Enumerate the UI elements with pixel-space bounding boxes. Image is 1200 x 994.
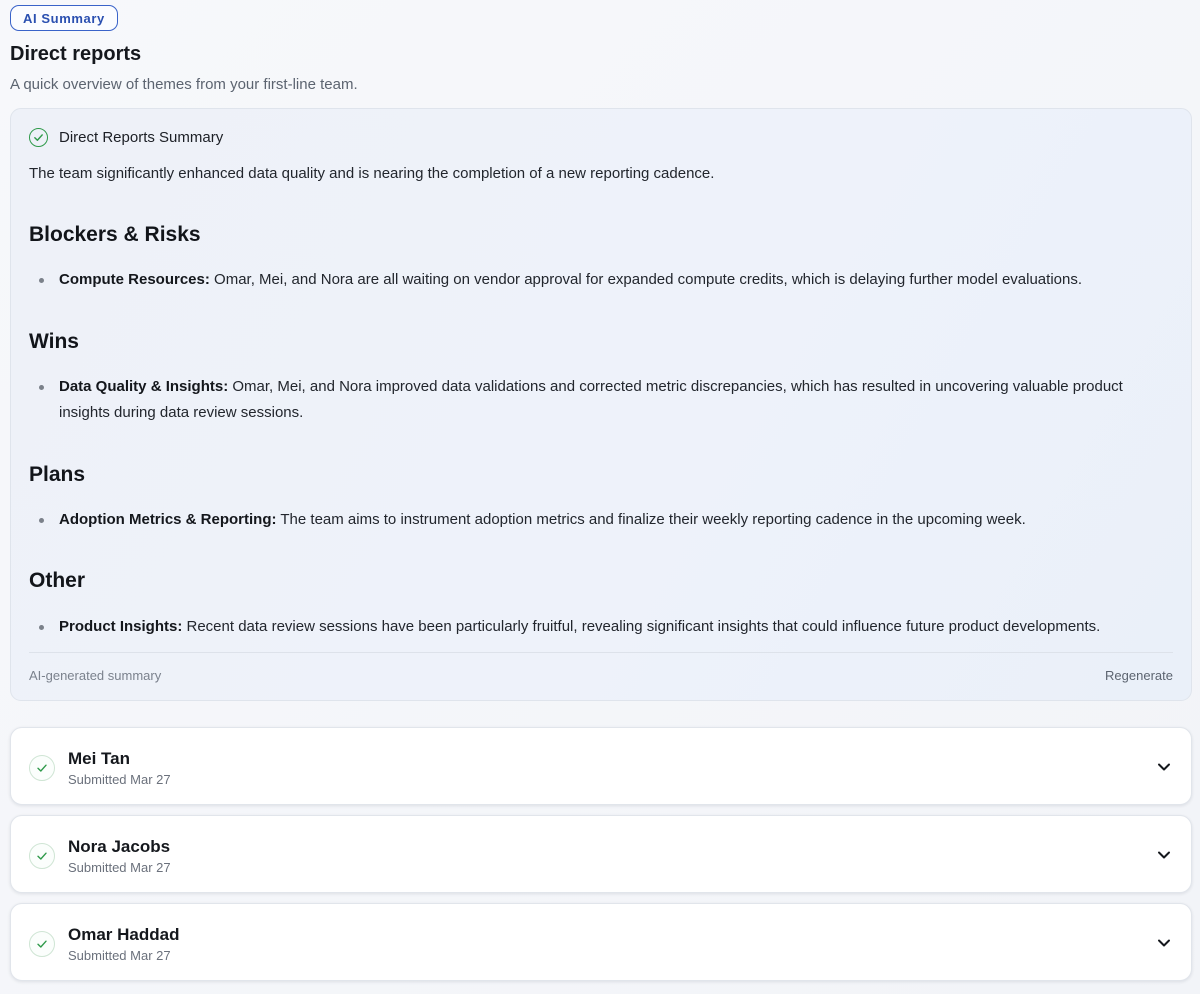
check-icon (29, 755, 55, 781)
bullet-label: Compute Resources: (59, 271, 210, 288)
report-card-nora-jacobs[interactable]: Nora Jacobs Submitted Mar 27 (10, 815, 1192, 893)
bullet-label: Product Insights: (59, 618, 183, 635)
chevron-down-icon[interactable] (1155, 934, 1173, 952)
regenerate-button[interactable]: Regenerate (1105, 668, 1173, 683)
section-heading-wins: Wins (29, 330, 79, 353)
report-status: Submitted Mar 27 (68, 948, 171, 963)
bullet-label: Data Quality & Insights: (59, 378, 229, 395)
report-status: Submitted Mar 27 (68, 860, 171, 875)
ai-generated-note: AI-generated summary (29, 668, 162, 683)
bullet-text: Recent data review sessions have been pa… (182, 618, 1101, 635)
report-card-mei-tan[interactable]: Mei Tan Submitted Mar 27 (10, 727, 1192, 805)
check-circle-icon (29, 128, 48, 147)
chevron-down-icon[interactable] (1155, 758, 1173, 776)
report-name: Omar Haddad (68, 925, 180, 944)
check-icon (29, 843, 55, 869)
summary-title: Direct Reports Summary (59, 129, 224, 146)
report-card-omar-haddad[interactable]: Omar Haddad Submitted Mar 27 (10, 903, 1192, 981)
bullet-text: Omar, Mei, and Nora are all waiting on v… (209, 271, 1083, 288)
section-heading-blockers: Blockers & Risks (29, 223, 201, 246)
page-subtitle: A quick overview of themes from your fir… (10, 76, 358, 93)
section-heading-plans: Plans (29, 463, 86, 486)
section-heading-other: Other (29, 569, 86, 592)
summary-intro: The team significantly enhanced data qua… (29, 165, 715, 182)
report-status: Submitted Mar 27 (68, 772, 171, 787)
check-icon (29, 931, 55, 957)
summary-card: Direct Reports Summary The team signific… (10, 108, 1192, 701)
summary-divider (29, 652, 1173, 653)
page: AI Summary Direct reports A quick overvi… (0, 0, 1200, 994)
bullet-label: Adoption Metrics & Reporting: (59, 511, 277, 528)
bullet-product-insights: Product Insights: Recent data review ses… (39, 614, 1169, 640)
page-title: Direct reports (10, 43, 142, 65)
summary-header: Direct Reports Summary (29, 128, 223, 147)
chevron-down-icon[interactable] (1155, 846, 1173, 864)
ai-summary-badge: AI Summary (10, 5, 118, 31)
bullet-data-quality: Data Quality & Insights: Omar, Mei, and … (39, 374, 1169, 426)
report-name: Nora Jacobs (68, 837, 171, 856)
bullet-text: The team aims to instrument adoption met… (276, 511, 1026, 528)
bullet-compute-resources: Compute Resources: Omar, Mei, and Nora a… (39, 267, 1169, 293)
bullet-adoption-metrics: Adoption Metrics & Reporting: The team a… (39, 507, 1169, 533)
report-name: Mei Tan (68, 749, 131, 768)
